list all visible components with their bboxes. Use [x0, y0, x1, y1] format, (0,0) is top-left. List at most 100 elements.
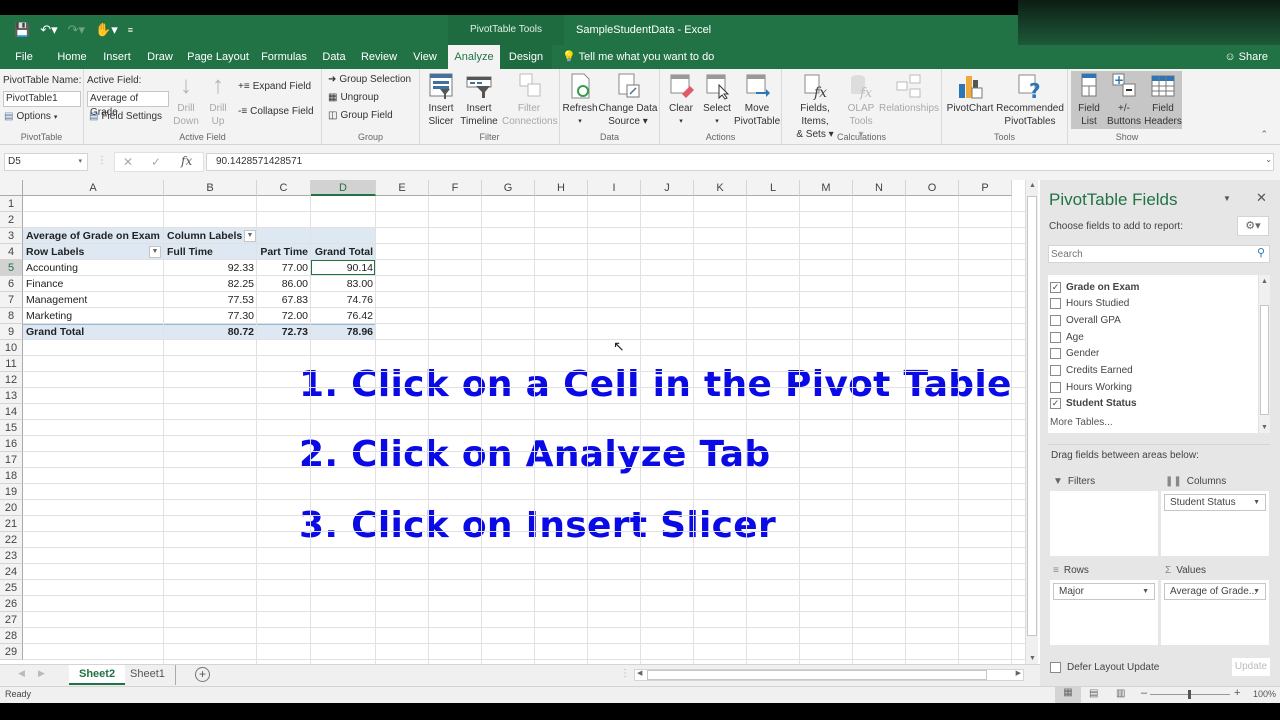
- row-header-2[interactable]: 2: [0, 212, 23, 228]
- refresh-button[interactable]: Refresh ▾: [562, 72, 598, 128]
- touch-mode-icon[interactable]: ✋▾: [95, 22, 118, 38]
- column-header-d[interactable]: D: [311, 180, 376, 196]
- pivot-grand-total-value[interactable]: 80.72: [164, 324, 257, 340]
- tab-file[interactable]: File: [8, 45, 40, 69]
- row-header-19[interactable]: 19: [0, 484, 23, 500]
- row-header-23[interactable]: 23: [0, 548, 23, 564]
- scroll-right-icon[interactable]: ▶: [1016, 669, 1021, 677]
- clear-button[interactable]: Clear ▾: [664, 72, 698, 128]
- tab-page-layout[interactable]: Page Layout: [186, 45, 250, 69]
- pivot-grand-total-label[interactable]: Grand Total: [23, 324, 164, 340]
- pivot-value-cell[interactable]: 83.00: [311, 276, 376, 292]
- group-selection-button[interactable]: ➜ Group Selection: [328, 74, 411, 85]
- tab-view[interactable]: View: [408, 45, 442, 69]
- row-header-12[interactable]: 12: [0, 372, 23, 388]
- relationships-button[interactable]: Relationships: [878, 72, 940, 115]
- pivot-row-labels[interactable]: Row Labels: [23, 244, 164, 260]
- zoom-in-icon[interactable]: +: [1234, 687, 1240, 699]
- vertical-scroll-thumb[interactable]: [1027, 196, 1037, 636]
- defer-layout-update[interactable]: Defer Layout Update: [1050, 662, 1159, 673]
- pivot-value-cell[interactable]: 82.25: [164, 276, 257, 292]
- insert-function-icon[interactable]: fx: [181, 154, 192, 168]
- row-labels-filter-dropdown[interactable]: ▼: [149, 246, 161, 258]
- horizontal-scrollbar[interactable]: ◀ ▶: [634, 669, 1024, 681]
- name-box[interactable]: D5 ▾: [4, 153, 88, 171]
- row-header-9[interactable]: 9: [0, 324, 23, 340]
- pivottable-name-input[interactable]: PivotTable1: [3, 91, 81, 107]
- row-header-1[interactable]: 1: [0, 196, 23, 212]
- row-header-4[interactable]: 4: [0, 244, 23, 260]
- field-headers-button[interactable]: Field Headers: [1142, 72, 1184, 128]
- field-item[interactable]: Credits Earned: [1050, 363, 1133, 379]
- tab-design[interactable]: Design: [500, 45, 552, 69]
- tab-analyze[interactable]: Analyze: [448, 45, 500, 69]
- tab-insert[interactable]: Insert: [98, 45, 136, 69]
- ungroup-button[interactable]: ▦ Ungroup: [328, 92, 379, 103]
- row-header-7[interactable]: 7: [0, 292, 23, 308]
- row-header-13[interactable]: 13: [0, 388, 23, 404]
- select-button[interactable]: Select ▾: [700, 72, 734, 128]
- normal-view-icon[interactable]: ▦: [1055, 687, 1081, 703]
- pivot-row-label[interactable]: Finance: [23, 276, 164, 292]
- tab-draw[interactable]: Draw: [142, 45, 178, 69]
- column-header-e[interactable]: E: [376, 180, 429, 196]
- field-list-scrollbar[interactable]: ▲ ▼: [1258, 275, 1270, 433]
- column-header-b[interactable]: B: [164, 180, 257, 196]
- chevron-down-icon[interactable]: ▼: [1253, 584, 1260, 599]
- values-field-average-grade[interactable]: Average of Grade... ▼: [1164, 583, 1266, 600]
- sheet-tab-sheet2[interactable]: Sheet2: [69, 665, 126, 685]
- pivot-row-label[interactable]: Management: [23, 292, 164, 308]
- zoom-level[interactable]: 100%: [1253, 689, 1276, 699]
- expand-field-button[interactable]: +≡ Expand Field: [238, 81, 311, 92]
- insert-timeline-button[interactable]: Insert Timeline: [458, 72, 500, 128]
- row-header-5[interactable]: 5: [0, 260, 23, 276]
- column-header-g[interactable]: G: [482, 180, 535, 196]
- customize-qat-icon[interactable]: ≡: [128, 25, 133, 35]
- olap-tools-button[interactable]: fx OLAP Tools ▾: [846, 72, 876, 141]
- row-header-3[interactable]: 3: [0, 228, 23, 244]
- active-cell-d5[interactable]: [310, 259, 376, 276]
- row-header-29[interactable]: 29: [0, 644, 23, 660]
- field-search-input[interactable]: [1049, 246, 1239, 262]
- row-header-11[interactable]: 11: [0, 356, 23, 372]
- chevron-down-icon[interactable]: ▼: [1253, 495, 1260, 510]
- column-header-c[interactable]: C: [257, 180, 311, 196]
- vertical-scrollbar[interactable]: ▲ ▼: [1025, 180, 1038, 664]
- share-button[interactable]: ☺ Share: [1224, 45, 1268, 69]
- plus-minus-buttons-button[interactable]: + +/- Buttons: [1106, 72, 1142, 128]
- save-icon[interactable]: 💾: [14, 22, 30, 38]
- field-checkbox[interactable]: [1050, 348, 1061, 360]
- field-item[interactable]: Overall GPA: [1050, 312, 1121, 328]
- column-header-a[interactable]: A: [23, 180, 164, 196]
- field-checkbox[interactable]: [1050, 314, 1061, 326]
- row-header-24[interactable]: 24: [0, 564, 23, 580]
- drill-up-button[interactable]: ↑ Drill Up: [204, 72, 232, 128]
- field-item[interactable]: Hours Studied: [1050, 296, 1129, 312]
- field-checkbox[interactable]: ✓: [1050, 398, 1061, 410]
- field-list-button[interactable]: Field List: [1074, 72, 1104, 128]
- row-header-28[interactable]: 28: [0, 628, 23, 644]
- more-tables-link[interactable]: More Tables...: [1050, 417, 1113, 428]
- column-labels-filter-dropdown[interactable]: ▼: [244, 230, 256, 242]
- tell-me-search[interactable]: 💡 Tell me what you want to do: [562, 45, 714, 69]
- scroll-left-icon[interactable]: ◀: [637, 669, 642, 677]
- row-header-18[interactable]: 18: [0, 468, 23, 484]
- column-header-l[interactable]: L: [747, 180, 800, 196]
- scroll-up-icon[interactable]: ▲: [1029, 182, 1036, 189]
- field-checkbox[interactable]: [1050, 365, 1061, 376]
- expand-formula-bar-icon[interactable]: ⌄: [1265, 155, 1272, 164]
- cancel-icon[interactable]: ✕: [123, 155, 133, 169]
- sheet-tab-sheet1[interactable]: Sheet1: [120, 665, 176, 685]
- pivot-value-cell[interactable]: 74.76: [311, 292, 376, 308]
- defer-layout-checkbox[interactable]: [1050, 662, 1061, 673]
- row-header-8[interactable]: 8: [0, 308, 23, 324]
- filter-connections-button[interactable]: Filter Connections: [502, 72, 558, 128]
- tab-formulas[interactable]: Formulas: [258, 45, 310, 69]
- pivot-value-cell[interactable]: 77.00: [257, 260, 311, 276]
- group-field-button[interactable]: ◫ Group Field: [328, 110, 393, 121]
- insert-slicer-button[interactable]: Insert Slicer: [424, 72, 458, 128]
- column-header-m[interactable]: M: [800, 180, 853, 196]
- tab-split-grip-icon[interactable]: ⋮: [620, 668, 630, 679]
- row-header-6[interactable]: 6: [0, 276, 23, 292]
- page-layout-view-icon[interactable]: ▤: [1089, 688, 1098, 699]
